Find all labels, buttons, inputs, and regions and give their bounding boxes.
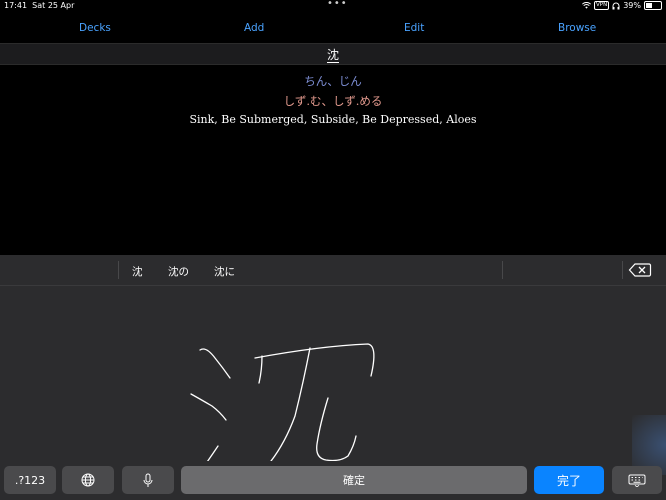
keyboard-dismiss-icon (628, 474, 646, 487)
kun-reading: しず.む、しず.める (283, 94, 383, 108)
decks-button[interactable]: Decks (79, 22, 111, 34)
globe-icon (81, 473, 95, 487)
microphone-icon (143, 473, 153, 487)
browse-button[interactable]: Browse (558, 22, 596, 34)
globe-key[interactable] (62, 466, 114, 494)
candidate-item[interactable]: 沈の (168, 264, 189, 279)
dictation-key[interactable] (122, 466, 174, 494)
card-answer: ちん、じん しず.む、しず.める Sink, Be Submerged, Sub… (0, 64, 666, 254)
status-bar: 17:41 Sat 25 Apr ••• VPN 39% (0, 0, 666, 13)
battery-icon (644, 1, 662, 10)
on-reading: ちん、じん (304, 74, 362, 88)
candidate-bar: 沈 沈の 沈に (0, 255, 666, 286)
done-key[interactable]: 完了 (534, 466, 604, 494)
candidate-item[interactable]: 沈 (132, 264, 143, 279)
headphones-icon (612, 2, 620, 9)
status-time-date: 17:41 Sat 25 Apr (4, 1, 74, 10)
battery-percent: 39% (623, 1, 641, 10)
wifi-icon (582, 2, 591, 9)
status-date: Sat 25 Apr (32, 1, 75, 10)
vpn-badge: VPN (594, 1, 610, 10)
candidate-item[interactable]: 沈に (214, 264, 235, 279)
handwriting-keyboard: 沈 沈の 沈に (0, 255, 666, 500)
card-meaning: Sink, Be Submerged, Subside, Be Depresse… (189, 113, 477, 126)
numbers-key[interactable]: .?123 (4, 466, 56, 494)
top-navigation: Decks Add Edit Browse (0, 13, 666, 43)
dismiss-keyboard-key[interactable] (612, 466, 662, 494)
multitasking-dots-icon[interactable]: ••• (327, 0, 348, 9)
edit-button[interactable]: Edit (404, 22, 424, 34)
candidate-divider (622, 261, 623, 279)
card-kanji: 沈 (326, 48, 339, 63)
candidate-divider (502, 261, 503, 279)
candidate-divider (118, 261, 119, 279)
confirm-key[interactable]: 確定 (181, 466, 527, 494)
handwriting-canvas[interactable] (0, 286, 666, 461)
delete-icon[interactable] (628, 262, 652, 278)
card-question-bar: 沈 (0, 43, 666, 65)
status-indicators: VPN 39% (582, 1, 662, 10)
handwritten-strokes (190, 343, 375, 461)
status-time: 17:41 (4, 1, 28, 10)
add-button[interactable]: Add (244, 22, 264, 34)
